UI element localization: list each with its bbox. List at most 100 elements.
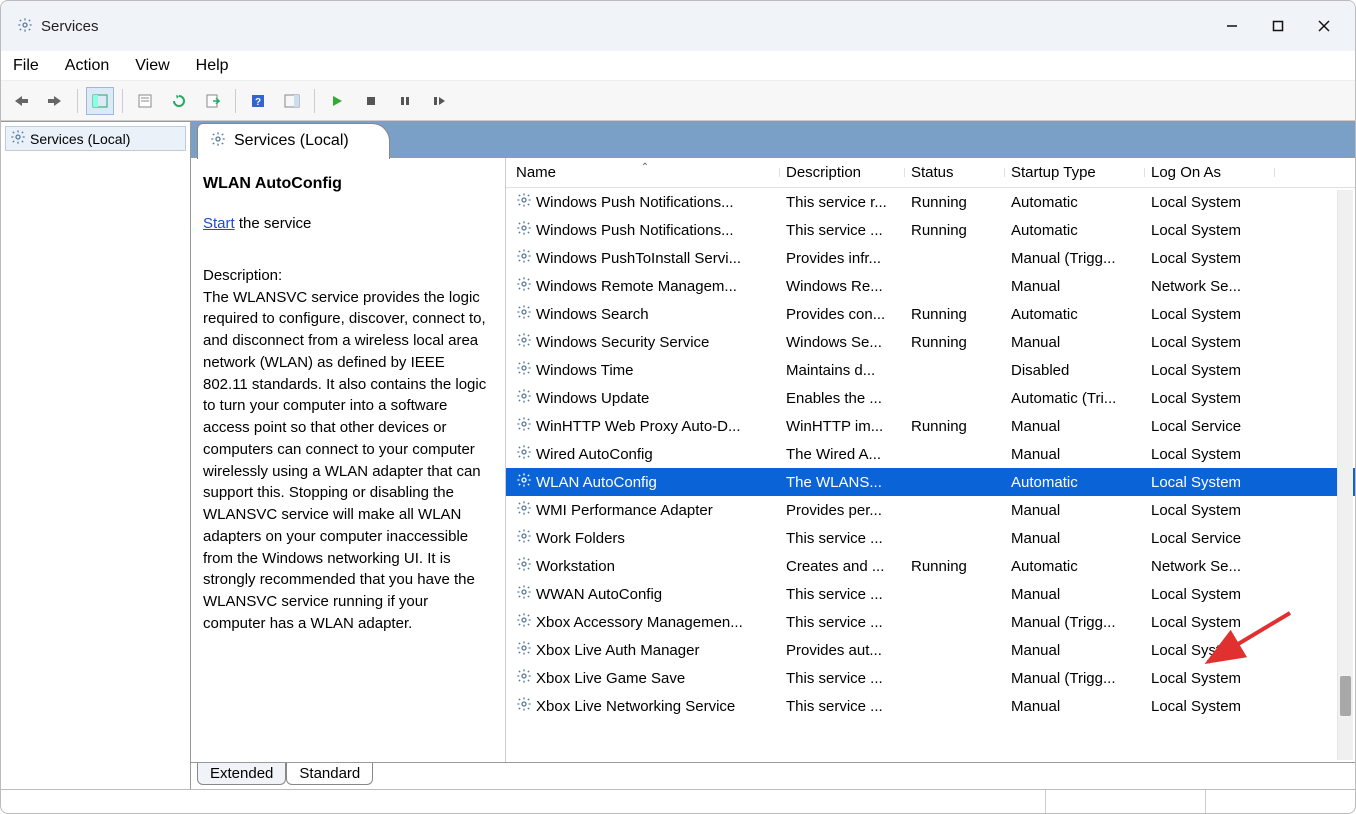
table-row[interactable]: Windows UpdateEnables the ...Automatic (… xyxy=(506,384,1355,412)
toolbar: ? xyxy=(1,81,1355,121)
gear-icon xyxy=(516,276,532,296)
properties-button[interactable] xyxy=(131,87,159,115)
col-status[interactable]: Status xyxy=(905,164,1005,181)
col-name[interactable]: Name⌃ xyxy=(510,164,780,181)
table-row[interactable]: Wired AutoConfigThe Wired A...ManualLoca… xyxy=(506,440,1355,468)
gear-icon xyxy=(516,332,532,352)
service-description: Enables the ... xyxy=(780,390,905,407)
grid-body[interactable]: Windows Push Notifications... This servic… xyxy=(506,188,1355,720)
titlebar[interactable]: Services xyxy=(1,1,1355,51)
sort-ascending-icon: ⌃ xyxy=(641,162,649,173)
stop-service-button[interactable] xyxy=(357,87,385,115)
list-pane: Name⌃ Description Status Startup Type Lo… xyxy=(506,158,1355,762)
service-logon: Local System xyxy=(1145,334,1275,351)
show-hide-tree-button[interactable] xyxy=(86,87,114,115)
description-label: Description: xyxy=(203,265,493,287)
service-name: WinHTTP Web Proxy Auto-D... xyxy=(536,418,741,435)
pause-service-button[interactable] xyxy=(391,87,419,115)
menu-help[interactable]: Help xyxy=(192,55,233,77)
nav-forward-button[interactable] xyxy=(41,87,69,115)
service-logon: Local System xyxy=(1145,222,1275,239)
table-row[interactable]: Xbox Live Game SaveThis service ...Manua… xyxy=(506,664,1355,692)
service-status: Running xyxy=(905,222,1005,239)
table-row[interactable]: WWAN AutoConfigThis service ...ManualLoc… xyxy=(506,580,1355,608)
gear-icon xyxy=(516,192,532,212)
tree-pane[interactable]: Services (Local) xyxy=(1,122,191,789)
service-name: Windows Security Service xyxy=(536,334,709,351)
table-row[interactable]: WLAN AutoConfigThe WLANS...AutomaticLoca… xyxy=(506,468,1355,496)
toolbar-separator xyxy=(314,89,315,113)
service-description: Provides infr... xyxy=(780,250,905,267)
close-button[interactable] xyxy=(1301,10,1347,42)
window-title: Services xyxy=(41,18,99,35)
start-service-button[interactable] xyxy=(323,87,351,115)
refresh-button[interactable] xyxy=(165,87,193,115)
gear-icon xyxy=(516,556,532,576)
description-text: The WLANSVC service provides the logic r… xyxy=(203,287,493,635)
table-row[interactable]: Work FoldersThis service ...ManualLocal … xyxy=(506,524,1355,552)
start-service-link[interactable]: Start xyxy=(203,215,235,232)
service-status: Running xyxy=(905,418,1005,435)
action-pane-button[interactable] xyxy=(278,87,306,115)
table-row[interactable]: Windows Remote Managem...Windows Re...Ma… xyxy=(506,272,1355,300)
col-startup-type[interactable]: Startup Type xyxy=(1005,164,1145,181)
service-name: Windows Push Notifications... xyxy=(536,222,734,239)
table-row[interactable]: Xbox Accessory Managemen...This service … xyxy=(506,608,1355,636)
service-startup: Manual xyxy=(1005,586,1145,603)
table-row[interactable]: Windows SearchProvides con...RunningAuto… xyxy=(506,300,1355,328)
gear-icon xyxy=(516,360,532,380)
service-startup: Automatic xyxy=(1005,222,1145,239)
service-name: Windows Search xyxy=(536,306,649,323)
service-startup: Manual xyxy=(1005,698,1145,715)
body: Services (Local) Services (Local) WLAN A… xyxy=(1,121,1355,789)
maximize-button[interactable] xyxy=(1255,10,1301,42)
nav-back-button[interactable] xyxy=(7,87,35,115)
table-row[interactable]: Windows Security ServiceWindows Se...Run… xyxy=(506,328,1355,356)
restart-service-button[interactable] xyxy=(425,87,453,115)
gear-icon xyxy=(210,131,226,152)
service-description: This service ... xyxy=(780,670,905,687)
service-logon: Network Se... xyxy=(1145,278,1275,295)
service-name: Xbox Live Auth Manager xyxy=(536,642,699,659)
table-row[interactable]: Xbox Live Networking ServiceThis service… xyxy=(506,692,1355,720)
service-logon: Local System xyxy=(1145,390,1275,407)
tab-standard[interactable]: Standard xyxy=(286,763,373,785)
minimize-button[interactable] xyxy=(1209,10,1255,42)
service-name: WMI Performance Adapter xyxy=(536,502,713,519)
content: WLAN AutoConfig Start the service Descri… xyxy=(191,158,1355,763)
service-logon: Local Service xyxy=(1145,530,1275,547)
table-row[interactable]: Windows Push Notifications... This servic… xyxy=(506,216,1355,244)
export-list-button[interactable] xyxy=(199,87,227,115)
service-description: This service ... xyxy=(780,222,905,239)
toolbar-separator xyxy=(235,89,236,113)
menu-view[interactable]: View xyxy=(131,55,173,77)
tree-root-item[interactable]: Services (Local) xyxy=(5,126,186,151)
service-status: Running xyxy=(905,194,1005,211)
service-startup: Manual (Trigg... xyxy=(1005,250,1145,267)
service-startup: Manual xyxy=(1005,418,1145,435)
service-description: Creates and ... xyxy=(780,558,905,575)
tab-services-local[interactable]: Services (Local) xyxy=(197,123,390,159)
scroll-thumb[interactable] xyxy=(1340,676,1351,716)
menu-file[interactable]: File xyxy=(9,55,43,77)
vertical-scrollbar[interactable] xyxy=(1337,190,1353,760)
service-name: Xbox Live Game Save xyxy=(536,670,685,687)
help-button[interactable]: ? xyxy=(244,87,272,115)
tab-extended[interactable]: Extended xyxy=(197,763,286,785)
service-description: This service r... xyxy=(780,194,905,211)
bottom-tabs: Extended Standard xyxy=(191,763,1355,789)
table-row[interactable]: Windows Push Notifications...This servic… xyxy=(506,188,1355,216)
col-description[interactable]: Description xyxy=(780,164,905,181)
table-row[interactable]: Windows PushToInstall Servi...Provides i… xyxy=(506,244,1355,272)
table-row[interactable]: WMI Performance AdapterProvides per...Ma… xyxy=(506,496,1355,524)
col-log-on-as[interactable]: Log On As xyxy=(1145,164,1275,181)
service-logon: Network Se... xyxy=(1145,558,1275,575)
table-row[interactable]: Windows TimeMaintains d...DisabledLocal … xyxy=(506,356,1355,384)
service-startup: Manual xyxy=(1005,278,1145,295)
table-row[interactable]: WorkstationCreates and ...RunningAutomat… xyxy=(506,552,1355,580)
service-name: WLAN AutoConfig xyxy=(536,474,657,491)
table-row[interactable]: Xbox Live Auth ManagerProvides aut...Man… xyxy=(506,636,1355,664)
menu-action[interactable]: Action xyxy=(61,55,113,77)
detail-action: Start the service xyxy=(203,213,493,235)
table-row[interactable]: WinHTTP Web Proxy Auto-D...WinHTTP im...… xyxy=(506,412,1355,440)
